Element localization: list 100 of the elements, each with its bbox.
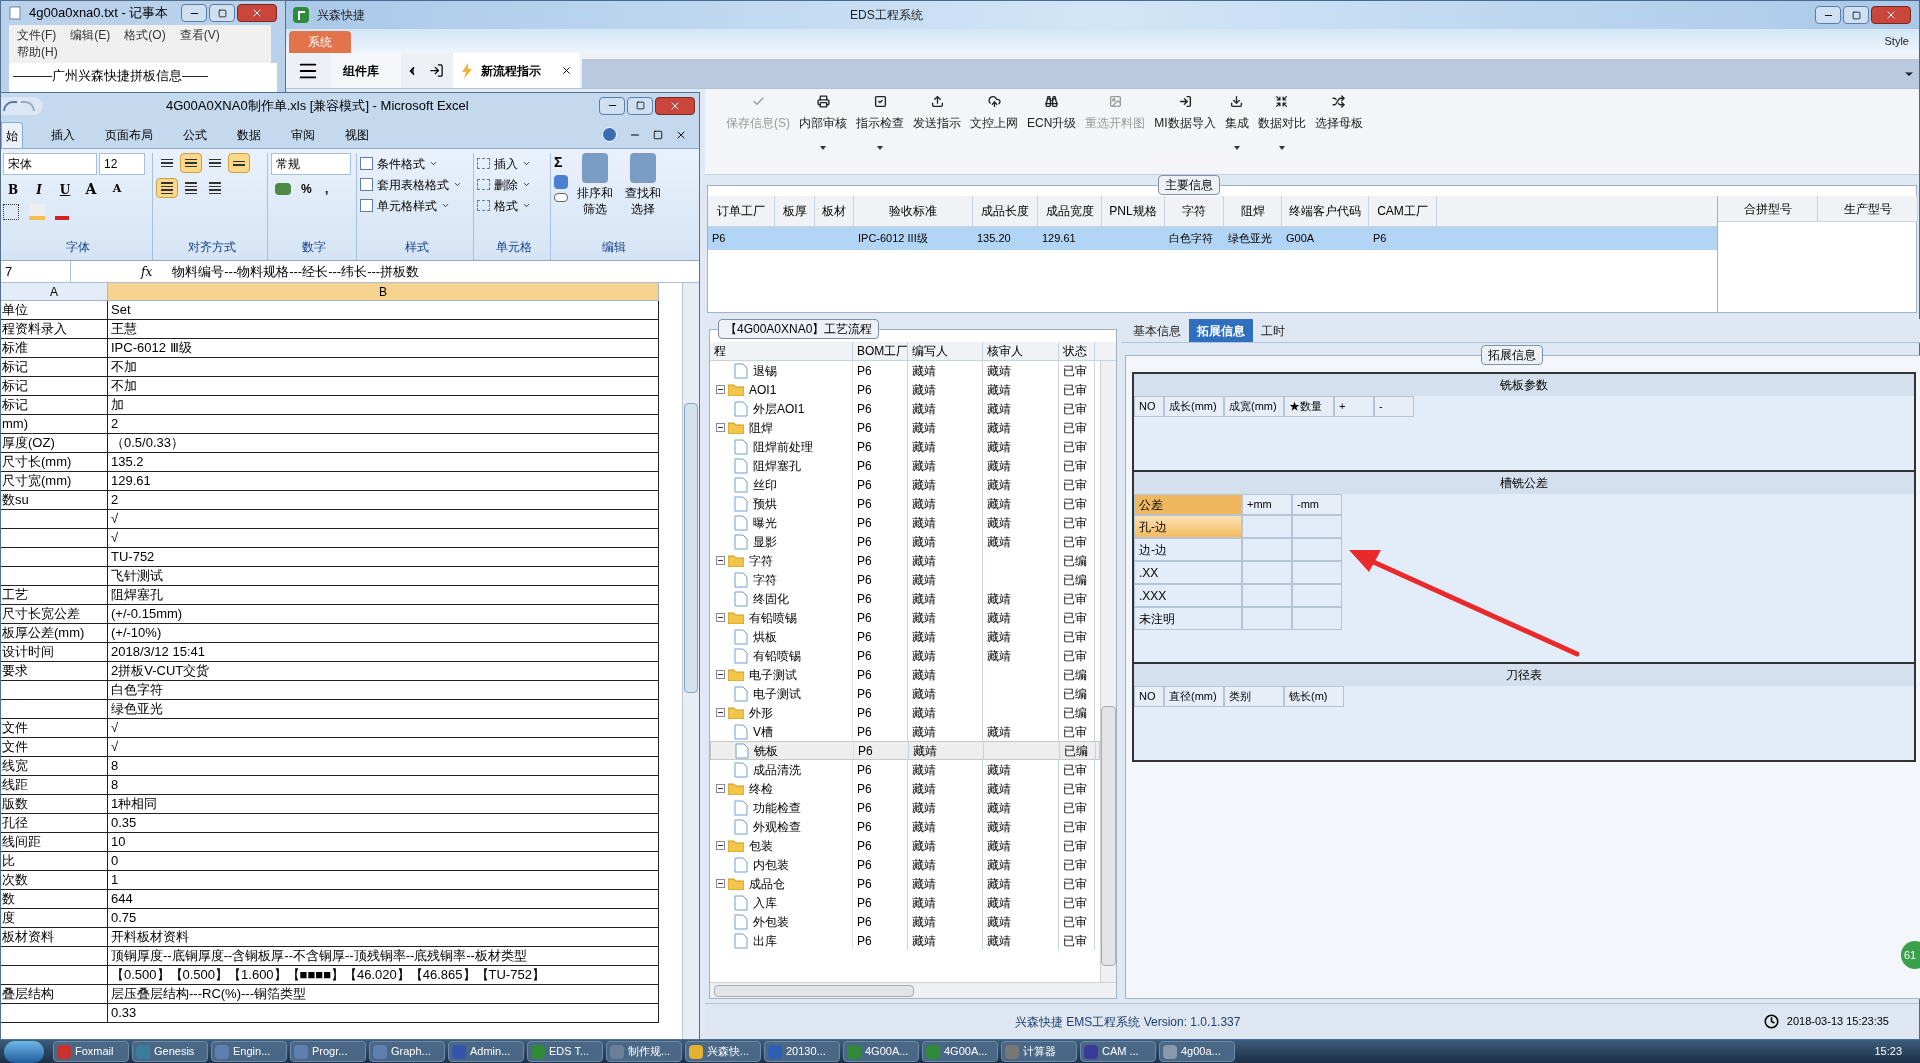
sum-button[interactable]: Σ xyxy=(554,153,568,171)
row-header[interactable]: 孔-边 xyxy=(1134,515,1242,538)
taskbar-button[interactable]: Progr... xyxy=(290,1041,366,1062)
process-row[interactable]: 成品仓 P6 藏靖 藏靖 已审 xyxy=(710,874,1100,893)
toolbar-button[interactable]: 集成 xyxy=(1221,95,1252,165)
restore-icon[interactable] xyxy=(653,129,663,140)
process-row[interactable]: 终检 P6 藏靖 藏靖 已审 xyxy=(710,779,1100,798)
process-row[interactable]: 退锡 P6 藏靖 藏靖 已审 xyxy=(710,361,1100,380)
table-cell[interactable] xyxy=(1292,538,1342,561)
align-button[interactable] xyxy=(228,153,250,173)
column-header[interactable]: A xyxy=(1,283,108,300)
format-button[interactable]: U xyxy=(55,180,75,199)
toolbar-button[interactable]: 内部审核 xyxy=(796,95,850,165)
toolbar-button[interactable]: 选择母板 xyxy=(1311,95,1366,165)
number-format-button[interactable]: , xyxy=(325,180,339,198)
ribbon-tab[interactable]: 公式 xyxy=(171,122,219,148)
process-row[interactable]: 外包装 P6 藏靖 藏靖 已审 xyxy=(710,912,1100,931)
process-row[interactable]: 阻焊塞孔 P6 藏靖 藏靖 已审 xyxy=(710,456,1100,475)
toolbar-button[interactable]: 指示检查 xyxy=(853,95,907,165)
tab[interactable]: 拓展信息 xyxy=(1189,319,1253,342)
font-field[interactable]: 宋体 xyxy=(3,153,97,175)
close-button[interactable] xyxy=(1871,6,1911,24)
table-cell[interactable] xyxy=(1292,584,1342,607)
cell-menu-button[interactable]: 格式 xyxy=(477,195,550,216)
process-row[interactable]: 铣板 P6 藏靖 已编 xyxy=(710,741,1100,760)
ribbon-tab[interactable]: 审阅 xyxy=(279,122,327,148)
maximize-button[interactable] xyxy=(627,96,653,115)
taskbar-button[interactable]: EDS T... xyxy=(527,1041,603,1062)
column-header[interactable]: B xyxy=(108,283,659,300)
table-cell[interactable] xyxy=(1292,515,1342,538)
help-icon[interactable] xyxy=(602,127,617,142)
process-row[interactable]: 外形 P6 藏靖 已编 xyxy=(710,703,1100,722)
ribbon-tab[interactable]: 页面布局 xyxy=(93,122,165,148)
menu-item[interactable]: 文件(F) xyxy=(17,27,57,44)
style-menu-button[interactable]: 套用表格格式 xyxy=(360,174,473,195)
collapse-toggle[interactable] xyxy=(716,556,725,565)
taskbar-button[interactable]: CAM ... xyxy=(1080,1041,1156,1062)
tab[interactable]: 基本信息 xyxy=(1125,319,1189,342)
vertical-scrollbar[interactable] xyxy=(682,283,699,1039)
collapse-toggle[interactable] xyxy=(716,385,725,394)
maximize-button[interactable] xyxy=(1843,6,1869,24)
maximize-button[interactable] xyxy=(209,4,235,22)
number-format-button[interactable]: % xyxy=(301,180,315,198)
taskbar-button[interactable]: 20130... xyxy=(764,1041,840,1062)
process-row[interactable]: 成品清洗 P6 藏靖 藏靖 已审 xyxy=(710,760,1100,779)
close-icon[interactable] xyxy=(561,65,572,76)
borders-icon[interactable] xyxy=(3,204,19,220)
process-row[interactable]: 入库 P6 藏靖 藏靖 已审 xyxy=(710,893,1100,912)
table-cell[interactable] xyxy=(1242,538,1292,561)
collapse-toggle[interactable] xyxy=(716,841,725,850)
document-tab[interactable]: 新流程指示 xyxy=(453,53,580,88)
taskbar-button[interactable]: 兴森快... xyxy=(685,1041,761,1062)
number-format-field[interactable]: 常规 xyxy=(271,153,351,175)
process-row[interactable]: 有铅喷锡 P6 藏靖 藏靖 已审 xyxy=(710,608,1100,627)
edit-menu-button[interactable]: 查找和选择 xyxy=(622,153,664,217)
minimize-button[interactable] xyxy=(1815,6,1841,24)
menu-item[interactable]: 编辑(E) xyxy=(70,27,111,44)
process-row[interactable]: 烘板 P6 藏靖 藏靖 已审 xyxy=(710,627,1100,646)
process-row[interactable]: 外层AOI1 P6 藏靖 藏靖 已审 xyxy=(710,399,1100,418)
process-row[interactable]: 显影 P6 藏靖 藏靖 已审 xyxy=(710,532,1100,551)
align-button[interactable] xyxy=(180,153,202,173)
ribbon-tab[interactable]: 数据 xyxy=(225,122,273,148)
row-header[interactable]: 未注明 xyxy=(1134,607,1242,630)
horizontal-scrollbar[interactable] xyxy=(710,982,1116,998)
toolbar-button[interactable]: 发送指示 xyxy=(910,95,964,165)
format-button[interactable]: B xyxy=(3,180,23,199)
process-row[interactable]: 功能检查 P6 藏靖 藏靖 已审 xyxy=(710,798,1100,817)
process-row[interactable]: 有铅喷锡 P6 藏靖 藏靖 已审 xyxy=(710,646,1100,665)
taskbar-button[interactable]: 计算器 xyxy=(1001,1041,1077,1062)
collapse-toggle[interactable] xyxy=(716,670,725,679)
ribbon-tab[interactable]: 视图 xyxy=(333,122,381,148)
process-row[interactable]: 终固化 P6 藏靖 藏靖 已审 xyxy=(710,589,1100,608)
process-row[interactable]: 字符 P6 藏靖 已编 xyxy=(710,570,1100,589)
taskbar-button[interactable]: 4G00A... xyxy=(843,1041,919,1062)
taskbar-button[interactable]: 4G00A... xyxy=(922,1041,998,1062)
process-row[interactable]: 字符 P6 藏靖 已编 xyxy=(710,551,1100,570)
process-row[interactable]: 外观检查 P6 藏靖 藏靖 已审 xyxy=(710,817,1100,836)
process-row[interactable]: 丝印 P6 藏靖 藏靖 已审 xyxy=(710,475,1100,494)
row-header[interactable]: .XX xyxy=(1134,561,1242,584)
process-row[interactable]: 电子测试 P6 藏靖 已编 xyxy=(710,684,1100,703)
process-row[interactable]: 内包装 P6 藏靖 藏靖 已审 xyxy=(710,855,1100,874)
process-row[interactable]: 曝光 P6 藏靖 藏靖 已审 xyxy=(710,513,1100,532)
edit-menu-button[interactable]: 排序和筛选 xyxy=(574,153,616,217)
row-header[interactable]: .XXX xyxy=(1134,584,1242,607)
toolbar-button[interactable]: MI数据导入 xyxy=(1151,95,1219,165)
process-row[interactable]: 阻焊前处理 P6 藏靖 藏靖 已审 xyxy=(710,437,1100,456)
close-button[interactable] xyxy=(655,96,695,115)
font-size-field[interactable]: 12 xyxy=(99,153,145,175)
row-header[interactable]: 边-边 xyxy=(1134,538,1242,561)
collapse-toggle[interactable] xyxy=(716,613,725,622)
table-cell[interactable] xyxy=(1242,607,1292,630)
cell-menu-button[interactable]: 插入 xyxy=(477,153,550,174)
font-size-button[interactable]: A xyxy=(107,180,127,199)
menu-item[interactable]: 查看(V) xyxy=(179,27,220,44)
table-cell[interactable] xyxy=(1242,515,1292,538)
taskbar-button[interactable]: Engin... xyxy=(211,1041,287,1062)
vertical-scrollbar[interactable] xyxy=(1100,361,1116,982)
collapse-toggle[interactable] xyxy=(716,708,725,717)
ribbon-tab[interactable]: 始 xyxy=(1,122,23,148)
start-button[interactable] xyxy=(4,1040,44,1063)
